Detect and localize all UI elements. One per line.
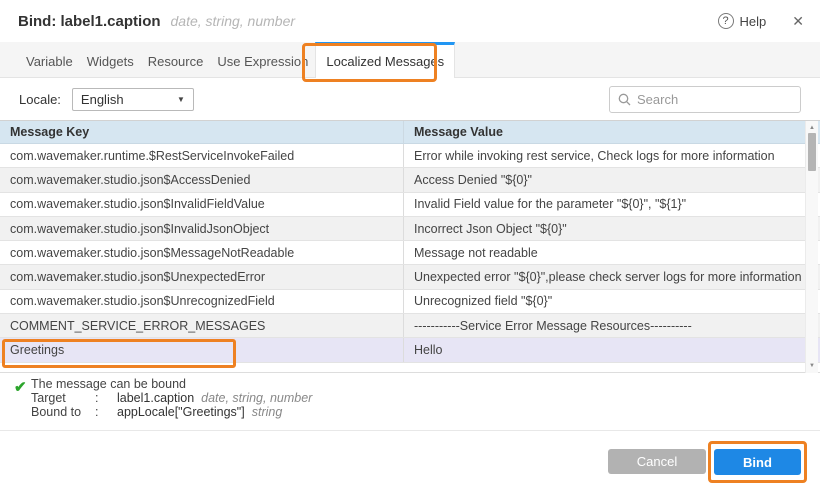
bound-to-label: Bound to [31,405,95,419]
messages-table: Message Key Message Value com.wavemaker.… [0,120,820,373]
message-key-cell: com.wavemaker.studio.json$MessageNotRead… [0,241,404,264]
chevron-down-icon: ▼ [177,95,185,104]
column-header-message-value[interactable]: Message Value [404,121,820,143]
scrollbar-thumb[interactable] [808,133,816,171]
target-label: Target [31,391,95,405]
tab-variable[interactable]: Variable [19,42,80,77]
footer-divider [0,430,820,431]
message-key-cell: Greetings [0,338,404,361]
close-icon[interactable]: ✕ [792,13,804,30]
locale-selected-value: English [81,92,124,107]
table-row[interactable]: com.wavemaker.studio.json$UnrecognizedFi… [0,290,820,314]
bind-status-section: ✔ The message can be bound Target : labe… [0,377,820,419]
tab-bar: VariableWidgetsResourceUse ExpressionLoc… [0,42,820,78]
table-row[interactable]: com.wavemaker.studio.json$InvalidFieldVa… [0,193,820,217]
search-input[interactable] [637,92,813,107]
bound-to-value: appLocale["Greetings"] [117,405,245,419]
bound-to-colon: : [95,405,117,419]
scrollbar-down-icon[interactable]: ▼ [806,362,818,370]
table-row[interactable]: com.wavemaker.studio.json$AccessDeniedAc… [0,168,820,192]
tab-resource[interactable]: Resource [141,42,211,77]
message-key-cell: com.wavemaker.studio.json$AccessDenied [0,168,404,191]
message-key-cell: com.wavemaker.studio.json$InvalidJsonObj… [0,217,404,240]
message-key-cell: com.wavemaker.studio.json$UnexpectedErro… [0,265,404,288]
bind-button[interactable]: Bind [714,449,801,475]
table-row[interactable]: COMMENT_SERVICE_ERROR_MESSAGES----------… [0,314,820,338]
message-key-cell: COMMENT_SERVICE_ERROR_MESSAGES [0,314,404,337]
target-value: label1.caption [117,391,194,405]
status-message: The message can be bound [31,377,820,391]
tab-widgets[interactable]: Widgets [80,42,141,77]
cancel-button[interactable]: Cancel [608,449,706,474]
table-row[interactable]: com.wavemaker.studio.json$InvalidJsonObj… [0,217,820,241]
table-row[interactable]: GreetingsHello [0,338,820,362]
locale-select[interactable]: English ▼ [72,88,194,111]
search-icon [618,93,631,106]
dialog-title: Bind: label1.caption [18,13,161,30]
target-colon: : [95,391,117,405]
locale-label: Locale: [19,92,61,107]
bound-to-row: Bound to : appLocale["Greetings"] string [31,405,820,419]
column-header-message-key[interactable]: Message Key [0,121,404,143]
message-value-cell: Error while invoking rest service, Check… [404,144,820,167]
message-value-cell: Unrecognized field "${0}" [404,290,820,313]
scrollbar-up-icon[interactable]: ▲ [806,124,818,132]
message-value-cell: Message not readable [404,241,820,264]
table-row[interactable]: com.wavemaker.studio.json$UnexpectedErro… [0,265,820,289]
bound-to-type-hint: string [252,405,283,419]
table-row[interactable]: com.wavemaker.runtime.$RestServiceInvoke… [0,144,820,168]
message-key-cell: com.wavemaker.runtime.$RestServiceInvoke… [0,144,404,167]
help-icon[interactable]: ? [718,13,734,29]
table-scrollbar[interactable]: ▲ ▼ [805,121,818,373]
message-key-cell: com.wavemaker.studio.json$InvalidFieldVa… [0,193,404,216]
tab-use-expression[interactable]: Use Expression [210,42,315,77]
message-value-cell: Hello [404,338,820,361]
message-value-cell: Invalid Field value for the parameter "$… [404,193,820,216]
table-header-row: Message Key Message Value [0,121,820,144]
toolbar: Locale: English ▼ [0,79,820,119]
message-value-cell: Access Denied "${0}" [404,168,820,191]
message-value-cell: Incorrect Json Object "${0}" [404,217,820,240]
target-type-hint: date, string, number [201,391,312,405]
dialog-footer: Cancel Bind [0,443,820,486]
message-value-cell: -----------Service Error Message Resourc… [404,314,820,337]
table-body: com.wavemaker.runtime.$RestServiceInvoke… [0,144,820,363]
search-box[interactable] [609,86,801,113]
target-row: Target : label1.caption date, string, nu… [31,391,820,405]
message-value-cell: Unexpected error "${0}",please check ser… [404,265,820,288]
message-key-cell: com.wavemaker.studio.json$UnrecognizedFi… [0,290,404,313]
table-row[interactable]: com.wavemaker.studio.json$MessageNotRead… [0,241,820,265]
dialog-header: Bind: label1.caption date, string, numbe… [0,0,820,42]
help-link[interactable]: Help [740,14,767,29]
tab-localized-messages[interactable]: Localized Messages [315,42,455,78]
dialog-subtitle: date, string, number [171,13,296,29]
success-check-icon: ✔ [14,378,27,396]
